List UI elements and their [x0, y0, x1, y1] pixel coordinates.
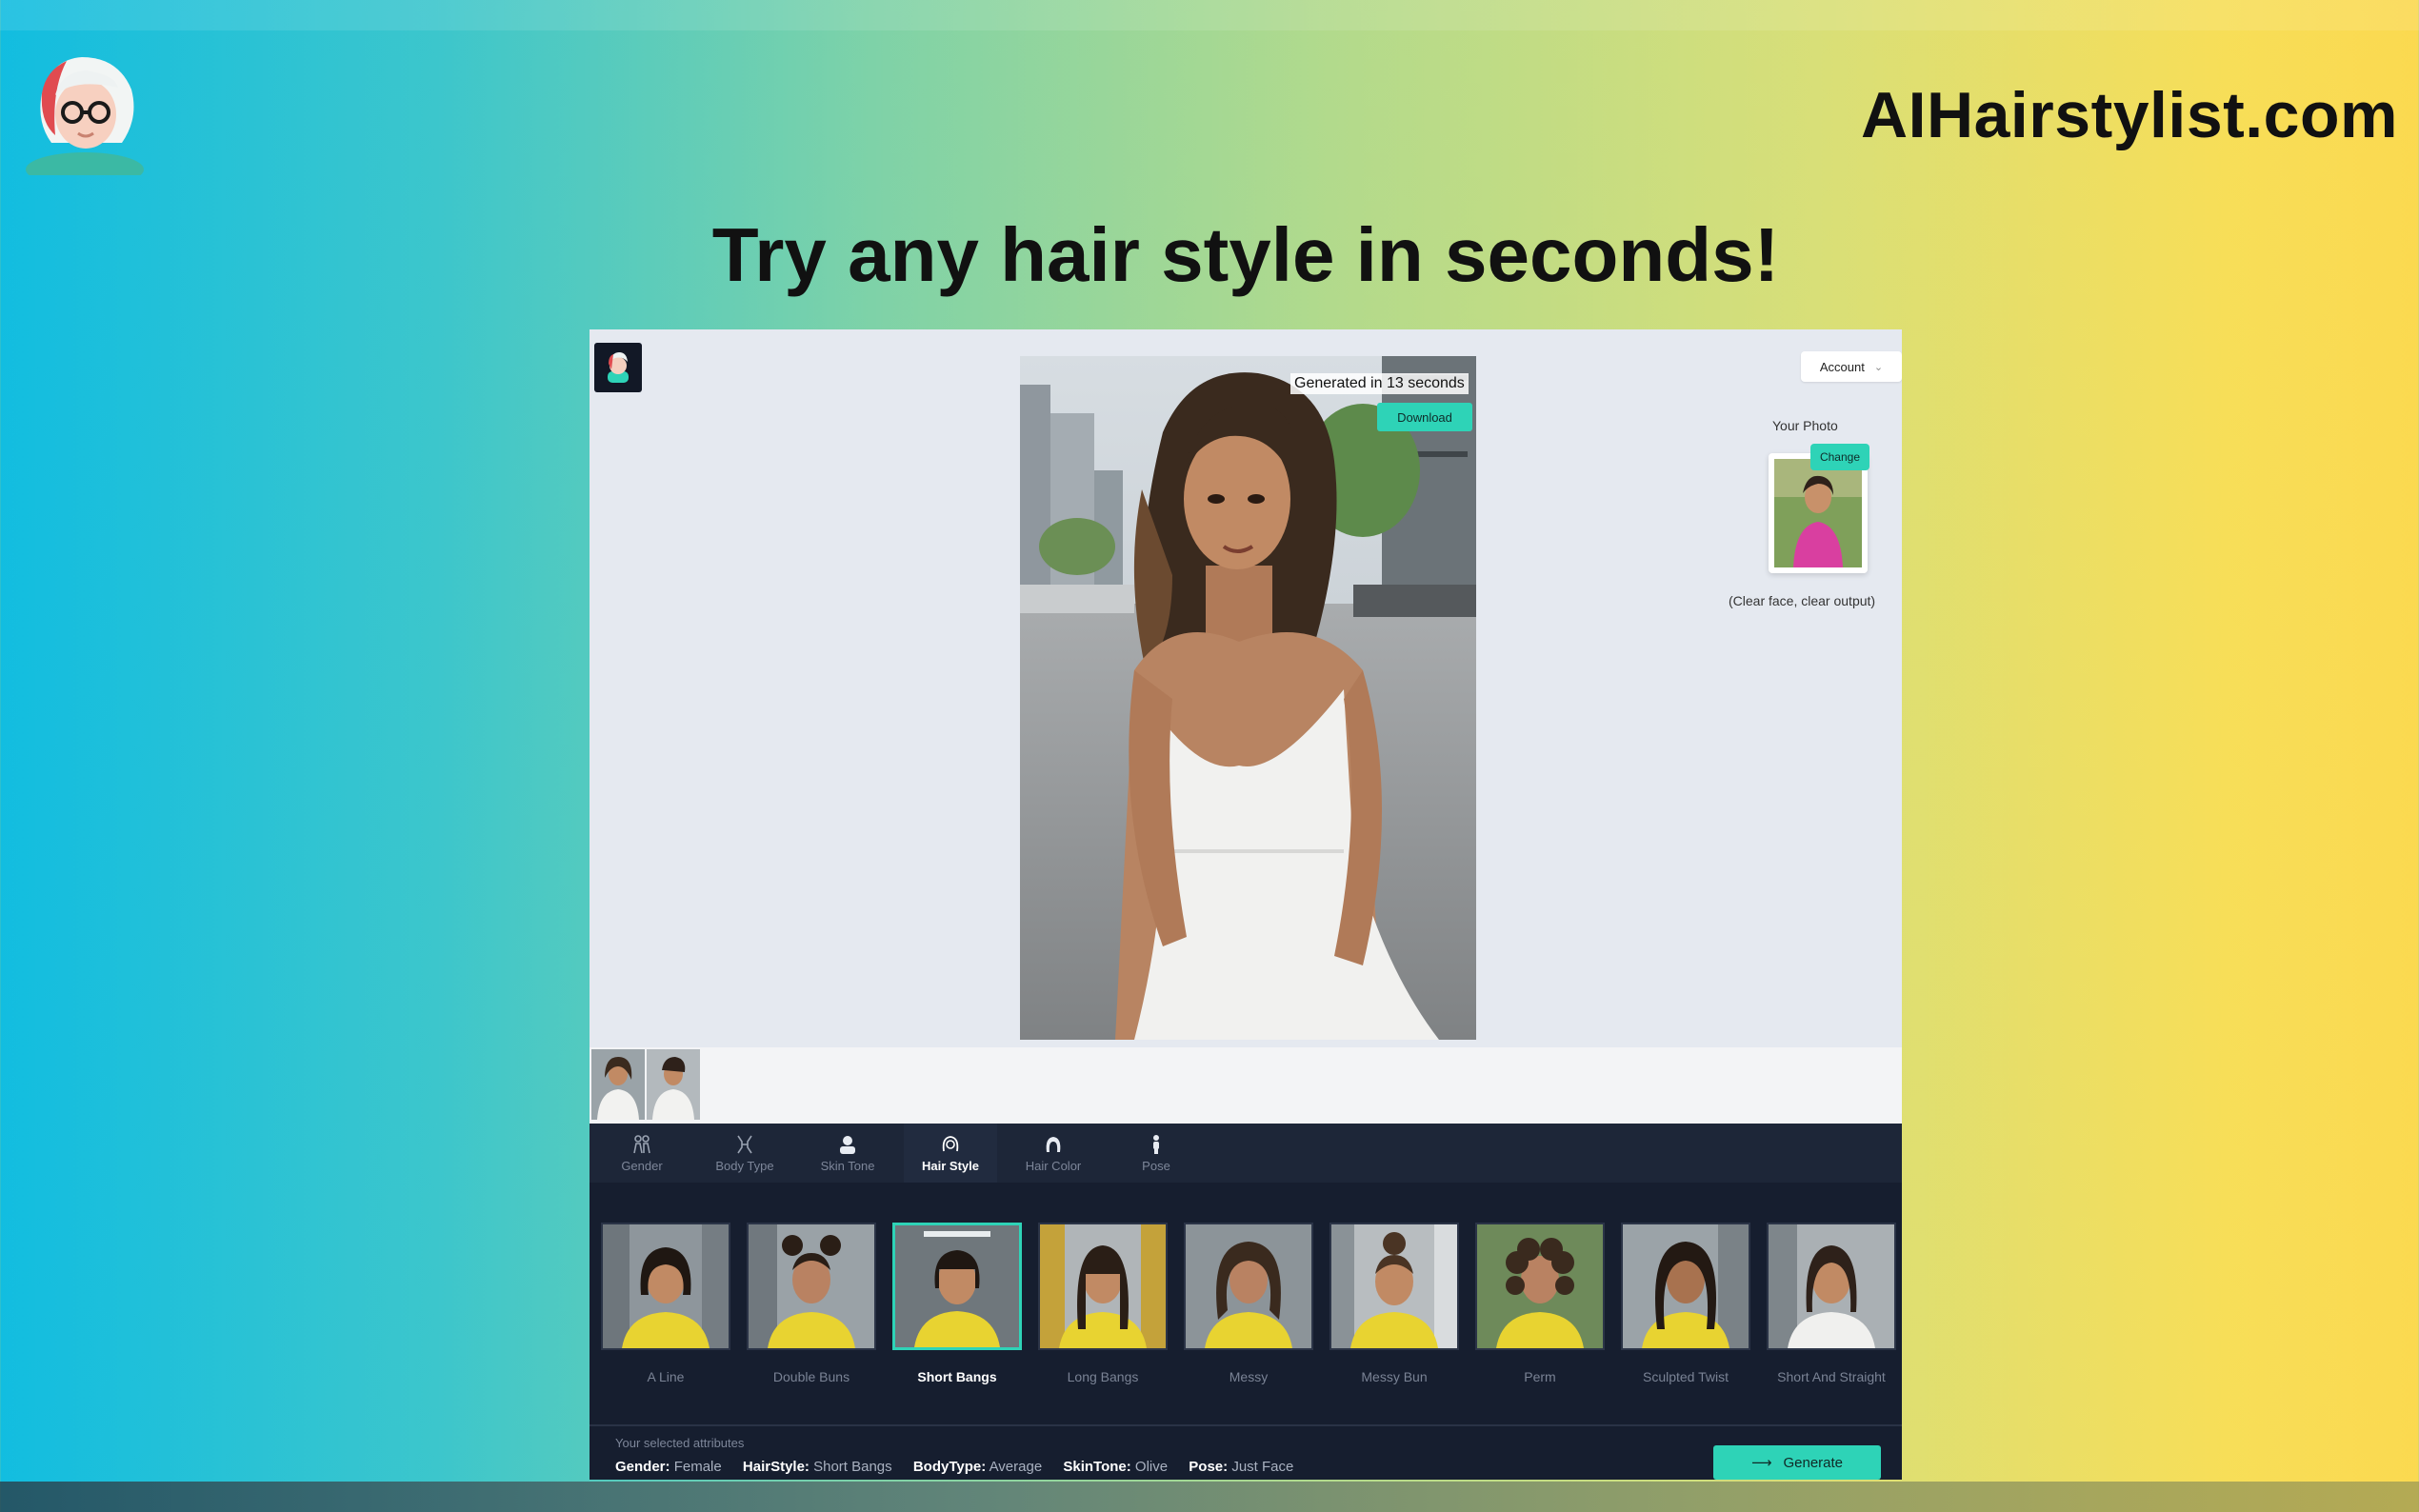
- generate-label: Generate: [1783, 1454, 1844, 1471]
- pose-icon: [1146, 1134, 1167, 1155]
- generated-time-label: Generated in 13 seconds: [1290, 373, 1469, 394]
- app-window: Account ⌄ Generated in 13 seconds Downlo…: [590, 329, 1902, 1480]
- generate-button[interactable]: ⟶ Generate: [1713, 1445, 1881, 1480]
- bottom-strip: [0, 1482, 2419, 1512]
- selected-attributes-bar: Your selected attributes Gender: Female …: [590, 1424, 1902, 1480]
- page-headline: Try any hair style in seconds!: [711, 212, 1780, 297]
- tab-hair-color[interactable]: Hair Color: [1007, 1124, 1100, 1183]
- hairstyle-label: Long Bangs: [1067, 1369, 1139, 1384]
- tab-label: Gender: [621, 1158, 663, 1173]
- tab-pose[interactable]: Pose: [1110, 1124, 1203, 1183]
- tab-label: Pose: [1142, 1158, 1170, 1173]
- hairstyle-thumbnail: [1475, 1223, 1605, 1350]
- attribute-panel: Gender Body Type Skin Tone Hair Style Ha…: [590, 1124, 1902, 1480]
- download-button[interactable]: Download: [1377, 403, 1472, 431]
- attr-value: Average: [989, 1459, 1043, 1475]
- attr-value: Female: [673, 1459, 722, 1475]
- tab-skin-tone[interactable]: Skin Tone: [801, 1124, 894, 1183]
- hairstyle-thumbnail: [601, 1223, 730, 1350]
- hairstyle-thumbnail: [1767, 1223, 1896, 1350]
- body-type-icon: [734, 1134, 755, 1155]
- attr-hairstyle: HairStyle: Short Bangs: [743, 1459, 892, 1475]
- tab-gender[interactable]: Gender: [595, 1124, 689, 1183]
- hairstyle-thumbnail: [1621, 1223, 1750, 1350]
- hairstyle-label: A Line: [647, 1369, 685, 1384]
- hairstyle-thumbnail: [1329, 1223, 1459, 1350]
- tab-label: Body Type: [715, 1158, 774, 1173]
- history-thumbnail[interactable]: [647, 1049, 700, 1120]
- attr-value: Short Bangs: [813, 1459, 892, 1475]
- account-label: Account: [1819, 359, 1865, 374]
- hair-color-icon: [1043, 1134, 1064, 1155]
- attr-key: SkinTone:: [1063, 1459, 1131, 1475]
- hairstyle-label: Short Bangs: [917, 1369, 997, 1384]
- hairstyle-thumbnail: [892, 1223, 1022, 1350]
- your-photo-label: Your Photo: [1772, 418, 1838, 433]
- tab-hair-style[interactable]: Hair Style: [904, 1124, 997, 1183]
- brand-title[interactable]: AIHairstylist.com: [1861, 78, 2398, 152]
- arrow-right-icon: ⟶: [1750, 1455, 1772, 1471]
- photo-tip-note: (Clear face, clear output): [1729, 593, 1876, 608]
- hairstyle-label: Messy Bun: [1361, 1369, 1428, 1384]
- account-dropdown[interactable]: Account ⌄: [1801, 351, 1902, 382]
- attribute-tabs: Gender Body Type Skin Tone Hair Style Ha…: [590, 1124, 1902, 1183]
- attr-gender: Gender: Female: [615, 1459, 722, 1475]
- selected-attributes-list: Gender: Female HairStyle: Short Bangs Bo…: [615, 1459, 1310, 1475]
- selected-attributes-title: Your selected attributes: [615, 1436, 745, 1450]
- tab-body-type[interactable]: Body Type: [698, 1124, 791, 1183]
- history-thumbnail[interactable]: [591, 1049, 645, 1120]
- chevron-down-icon: ⌄: [1873, 361, 1884, 373]
- site-logo[interactable]: [23, 51, 147, 187]
- your-photo-thumbnail[interactable]: [1769, 453, 1868, 573]
- hairstyle-label: Short And Straight: [1777, 1369, 1886, 1384]
- hairstyle-label: Perm: [1524, 1369, 1556, 1384]
- skin-tone-icon: [837, 1134, 858, 1155]
- attr-bodytype: BodyType: Average: [913, 1459, 1042, 1475]
- change-photo-button[interactable]: Change: [1810, 444, 1869, 470]
- generated-photo: [1020, 356, 1476, 1040]
- attr-skintone: SkinTone: Olive: [1063, 1459, 1168, 1475]
- history-strip: [590, 1047, 1902, 1124]
- attr-value: Just Face: [1231, 1459, 1294, 1475]
- attr-key: BodyType:: [912, 1459, 987, 1475]
- tab-label: Skin Tone: [820, 1158, 875, 1173]
- tab-label: Hair Style: [922, 1158, 979, 1173]
- attr-key: Pose:: [1189, 1459, 1229, 1475]
- hairstyle-label: Double Buns: [772, 1369, 850, 1384]
- hairstyle-label: Sculpted Twist: [1642, 1369, 1729, 1384]
- top-strip: [0, 0, 2419, 30]
- tab-label: Hair Color: [1025, 1158, 1082, 1173]
- gender-icon: [631, 1134, 652, 1155]
- attr-value: Olive: [1134, 1459, 1169, 1475]
- app-logo-icon[interactable]: [594, 343, 642, 392]
- hairstyle-label: Messy: [1229, 1369, 1269, 1384]
- attr-pose: Pose: Just Face: [1189, 1459, 1293, 1475]
- attr-key: Gender:: [615, 1459, 670, 1475]
- hair-style-icon: [940, 1134, 961, 1155]
- hairstyle-thumbnail: [1038, 1223, 1168, 1350]
- hairstyle-options: A Line Double Buns Short Bangs Long Bang…: [590, 1183, 1902, 1422]
- hairstyle-thumbnail: [1184, 1223, 1313, 1350]
- hairstyle-thumbnail: [747, 1223, 876, 1350]
- attr-key: HairStyle:: [742, 1459, 810, 1475]
